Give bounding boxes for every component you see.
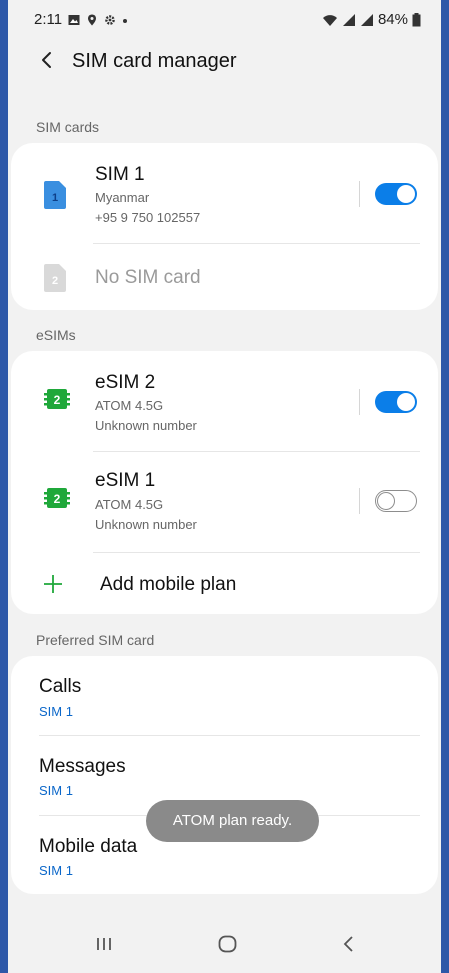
esims-section-label: eSIMs: [36, 327, 76, 343]
calls-title: Calls: [39, 676, 82, 697]
phone-screen: 2:11 84% SIM card manager SIM cards 1 SI…: [8, 0, 441, 973]
sim-cards-card: 1 SIM 1 Myanmar +95 9 750 102557 2 No SI…: [11, 143, 438, 310]
toggle-knob: [397, 185, 415, 203]
esim-chip-icon: 2: [44, 488, 70, 508]
esim2-carrier: ATOM 4.5G: [95, 398, 164, 413]
toggle-knob: [397, 393, 415, 411]
dot-icon: [123, 18, 128, 23]
sim1-name: SIM 1: [95, 164, 145, 185]
esim1-number: Unknown number: [95, 517, 197, 532]
page-title: SIM card manager: [72, 50, 237, 72]
app-header: SIM card manager: [8, 40, 441, 88]
esim1-toggle[interactable]: [375, 490, 417, 512]
calls-row[interactable]: Calls SIM 1: [11, 656, 438, 735]
sim1-badge: 1: [52, 192, 58, 204]
calls-value: SIM 1: [39, 704, 73, 719]
esim1-carrier: ATOM 4.5G: [95, 497, 164, 512]
toggle-knob: [377, 491, 395, 510]
empty-sim-badge: 2: [52, 275, 58, 287]
esim1-row[interactable]: 2 eSIM 1 ATOM 4.5G Unknown number: [11, 452, 438, 552]
esim2-badge: 2: [54, 393, 61, 407]
row-separator: [359, 181, 360, 207]
empty-sim-label: No SIM card: [95, 267, 201, 288]
messages-title: Messages: [39, 756, 126, 777]
gallery-icon: [68, 14, 80, 25]
esim1-badge: 2: [54, 492, 61, 506]
esim2-name: eSIM 2: [95, 372, 156, 393]
row-separator: [359, 389, 360, 415]
esims-card: 2 eSIM 2 ATOM 4.5G Unknown number 2 eSIM…: [11, 351, 438, 614]
add-mobile-plan-row[interactable]: Add mobile plan: [11, 553, 438, 614]
mobile-data-title: Mobile data: [39, 836, 138, 857]
home-icon[interactable]: [217, 932, 239, 956]
back-icon[interactable]: [340, 932, 358, 956]
row-separator: [359, 488, 360, 514]
status-left: 2:11: [34, 11, 128, 28]
status-right: 84%: [322, 11, 421, 28]
signal-icon: [342, 13, 355, 26]
plus-icon: [44, 575, 62, 593]
recent-apps-icon[interactable]: [94, 932, 114, 956]
messages-value: SIM 1: [39, 783, 73, 798]
preferred-sim-card: Calls SIM 1 Messages SIM 1 Mobile data S…: [11, 656, 438, 894]
sim1-carrier: Myanmar: [95, 190, 150, 205]
battery-percent: 84%: [377, 11, 408, 28]
toast-message: ATOM plan ready.: [146, 800, 319, 842]
location-icon: [88, 14, 97, 25]
back-arrow-icon[interactable]: [36, 48, 60, 72]
esim2-toggle[interactable]: [375, 391, 417, 413]
sim1-row[interactable]: 1 SIM 1 Myanmar +95 9 750 102557: [11, 143, 438, 243]
empty-sim-icon: 2: [44, 264, 66, 292]
sim1-toggle[interactable]: [375, 183, 417, 205]
mobile-data-value: SIM 1: [39, 863, 73, 878]
esim1-name: eSIM 1: [95, 470, 156, 491]
settings-icon: [105, 14, 115, 25]
esim2-row[interactable]: 2 eSIM 2 ATOM 4.5G Unknown number: [11, 351, 438, 451]
empty-sim-row: 2 No SIM card: [11, 244, 438, 310]
battery-icon: [412, 12, 421, 26]
esim-chip-icon: 2: [44, 389, 70, 409]
navigation-bar: [8, 918, 441, 973]
wifi-icon: [322, 14, 337, 26]
preferred-section-label: Preferred SIM card: [36, 632, 155, 648]
status-time: 2:11: [34, 11, 63, 28]
sim1-number: +95 9 750 102557: [95, 210, 201, 225]
sim-card-icon: 1: [44, 181, 66, 209]
sim-cards-section-label: SIM cards: [36, 119, 100, 135]
add-mobile-plan-label: Add mobile plan: [100, 574, 237, 595]
status-bar: 2:11 84%: [8, 0, 441, 40]
signal-icon: [360, 13, 373, 26]
esim2-number: Unknown number: [95, 418, 197, 433]
